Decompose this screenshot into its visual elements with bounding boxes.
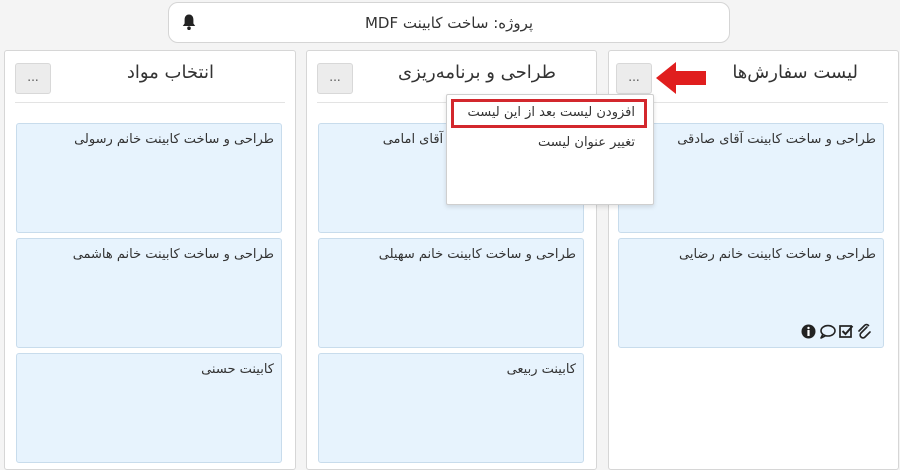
card-title: کابینت ربیعی xyxy=(506,362,576,377)
list-menu-button[interactable]: ... xyxy=(15,63,51,94)
list-title: انتخاب مواد xyxy=(126,62,214,83)
comment-icon[interactable] xyxy=(819,324,836,339)
card-title: طراحی و ساخت کابینت آقای صادقی xyxy=(677,132,876,147)
list-card[interactable]: طراحی و ساخت کابینت آقای صادقی xyxy=(618,123,884,233)
card-title: کابینت حسنی xyxy=(201,362,274,377)
list-title: لیست سفارش‌ها xyxy=(732,62,858,83)
pointer-arrow-icon xyxy=(656,62,706,94)
info-icon[interactable] xyxy=(801,324,816,339)
card-title: طراحی و ساخت کابینت خانم رسولی xyxy=(74,132,274,147)
card-title: طراحی و ساخت کابینت خانم سهیلی xyxy=(378,247,576,262)
menu-item-add-list-after[interactable]: افزودن لیست بعد از این لیست xyxy=(468,105,636,120)
list-menu-button[interactable]: ... xyxy=(317,63,353,94)
list-card[interactable]: کابینت حسنی xyxy=(16,353,282,463)
checklist-icon[interactable] xyxy=(839,324,854,339)
menu-item-rename-list[interactable]: تغییر عنوان لیست xyxy=(538,135,635,150)
list-card[interactable]: طراحی و ساخت کابینت خانم سهیلی xyxy=(318,238,584,348)
card-title: طراحی و ساخت کابینت خانم رضایی xyxy=(679,247,876,262)
project-header: پروژه: ساخت کابینت MDF xyxy=(168,2,730,43)
list-card[interactable]: طراحی و ساخت کابینت خانم رسولی xyxy=(16,123,282,233)
list-title: طراحی و برنامه‌ریزی xyxy=(398,62,556,83)
list-divider xyxy=(619,102,888,103)
list-card[interactable]: کابینت ربیعی xyxy=(318,353,584,463)
card-badges xyxy=(801,323,871,339)
attachment-icon[interactable] xyxy=(857,323,871,339)
list-card[interactable]: طراحی و ساخت کابینت خانم رضایی xyxy=(618,238,884,348)
list-divider xyxy=(15,102,285,103)
project-title: پروژه: ساخت کابینت MDF xyxy=(364,14,534,32)
list-materials: انتخاب مواد ... طراحی و ساخت کابینت خانم… xyxy=(4,50,296,470)
list-card[interactable]: طراحی و ساخت کابینت خانم هاشمی xyxy=(16,238,282,348)
list-menu-button[interactable]: ... xyxy=(616,63,652,94)
card-title: طراحی و ساخت کابینت خانم هاشمی xyxy=(72,247,274,262)
list-actions-menu: افزودن لیست بعد از این لیست تغییر عنوان … xyxy=(446,94,654,205)
